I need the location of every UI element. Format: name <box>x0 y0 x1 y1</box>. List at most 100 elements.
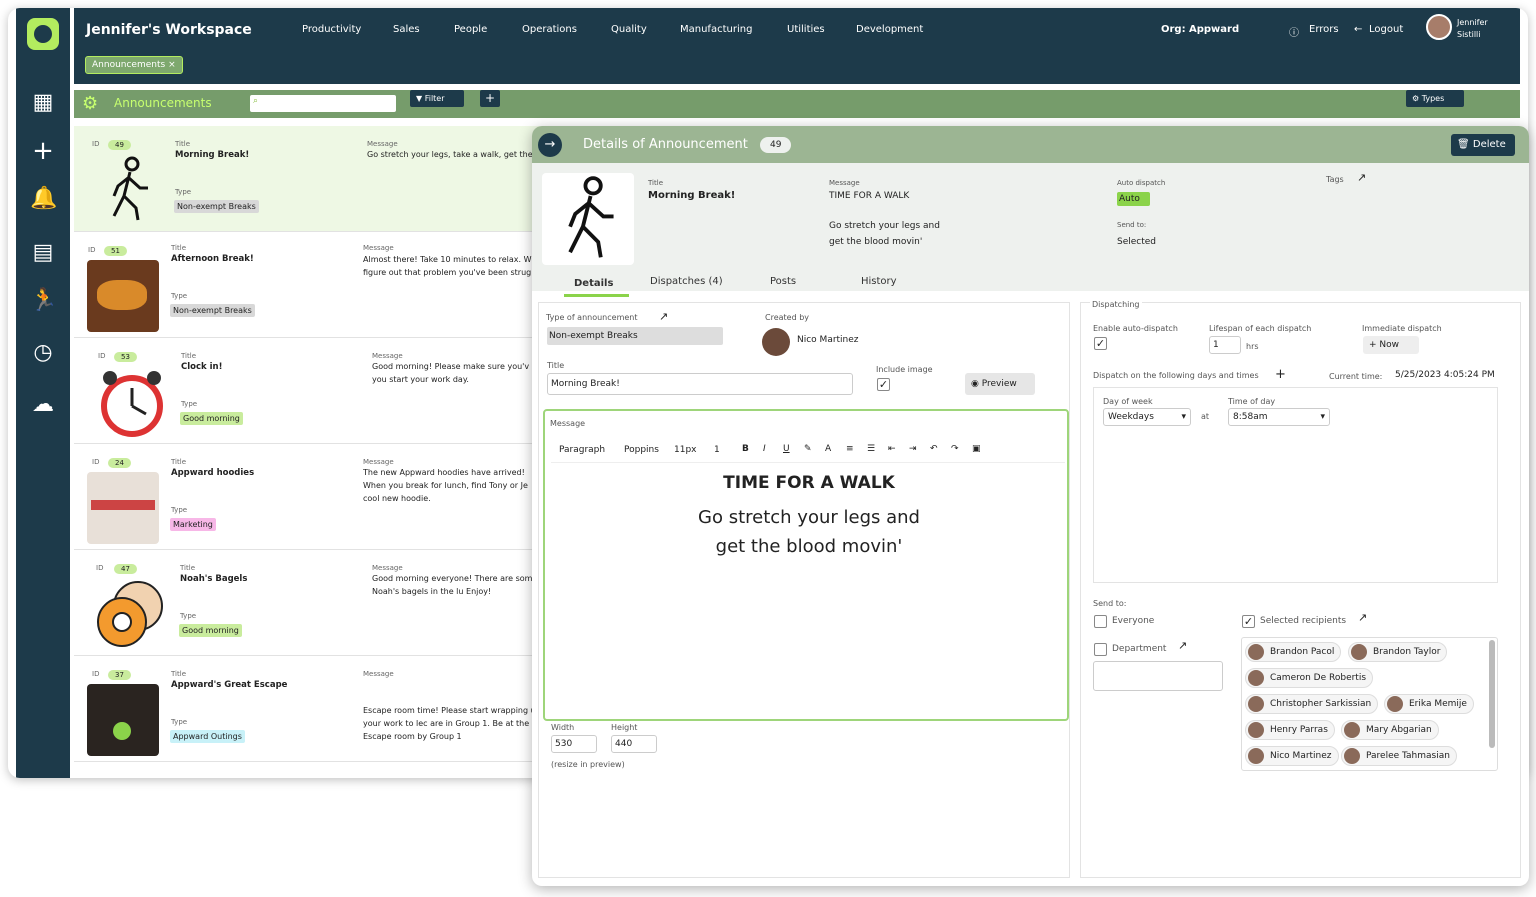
outdent-icon[interactable]: ⇤ <box>888 444 896 454</box>
add-icon[interactable]: + <box>30 138 56 164</box>
include-image-checkbox[interactable]: ✓ <box>877 378 890 391</box>
department-checkbox[interactable] <box>1094 643 1107 656</box>
apps-grid-icon[interactable]: ▦ <box>30 90 56 116</box>
recipient-chip[interactable]: Mary Abgarian <box>1341 720 1439 740</box>
preview-button[interactable]: ◉ Preview <box>965 373 1035 395</box>
time-of-day-select[interactable]: 8:58am ▾ <box>1228 408 1330 426</box>
add-button[interactable]: + <box>480 90 500 107</box>
external-link-icon[interactable]: ↗ <box>1357 171 1366 184</box>
recipient-chip[interactable]: Brandon Taylor <box>1348 642 1448 662</box>
type-badge: Good morning <box>179 624 242 637</box>
list-item[interactable]: ID 47 Title Noah's Bagels Type Good morn… <box>74 550 544 656</box>
menu-productivity[interactable]: Productivity <box>302 24 361 35</box>
filter-label: Filter <box>424 94 445 103</box>
clock-icon[interactable]: ◷ <box>30 340 56 366</box>
title-input[interactable]: Morning Break! <box>547 373 853 395</box>
width-input[interactable]: 530 <box>551 735 597 753</box>
menu-sales[interactable]: Sales <box>393 24 420 35</box>
list-item[interactable]: ID 24 Title Appward hoodies Type Marketi… <box>74 444 544 550</box>
text-color-icon[interactable]: A <box>825 444 831 454</box>
current-time-label: Current time: <box>1329 372 1383 381</box>
list-item[interactable]: ID 37 Title Appward's Great Escape Type … <box>74 656 544 762</box>
type-select[interactable]: Non-exempt Breaks <box>547 327 723 345</box>
lifespan-input[interactable]: 1 <box>1209 336 1241 354</box>
menu-people[interactable]: People <box>454 24 487 35</box>
edit-department-icon[interactable]: ↗ <box>1178 639 1187 652</box>
id-label: ID <box>92 140 100 148</box>
id-badge: 49 <box>108 140 131 150</box>
selected-recipients-checkbox[interactable]: ✓ <box>1242 615 1255 628</box>
edit-type-icon[interactable]: ↗ <box>659 310 668 323</box>
errors-link[interactable]: Errors <box>1309 24 1339 35</box>
italic-icon[interactable]: I <box>763 444 766 454</box>
undo-icon[interactable]: ↶ <box>930 444 938 454</box>
font-size-select[interactable]: 11px <box>674 445 697 455</box>
edit-recipients-icon[interactable]: ↗ <box>1358 611 1367 624</box>
recipient-chip[interactable]: Cameron De Robertis <box>1245 668 1374 688</box>
redo-icon[interactable]: ↷ <box>951 444 959 454</box>
bell-icon[interactable]: 🔔 <box>30 186 57 212</box>
chat-icon[interactable]: ▤ <box>30 240 56 266</box>
list-item[interactable]: ID 49 Title Morning Break! Type Non-exem… <box>74 126 544 232</box>
panel-title: Details of Announcement <box>583 137 748 152</box>
underline-icon[interactable]: U <box>783 444 790 454</box>
types-button[interactable]: ⚙ Types <box>1406 90 1464 107</box>
menu-utilities[interactable]: Utilities <box>787 24 825 35</box>
menu-development[interactable]: Development <box>856 24 923 35</box>
errors-icon[interactable]: ⓘ <box>1289 24 1299 39</box>
scrollbar[interactable] <box>1489 640 1495 748</box>
recipient-chip[interactable]: Henry Parras <box>1245 720 1335 740</box>
avatar[interactable] <box>1426 14 1452 40</box>
recipient-chip[interactable]: Christopher Sarkissian <box>1245 694 1379 714</box>
paragraph-select[interactable]: Paragraph <box>559 445 605 455</box>
org-name[interactable]: Appward <box>1189 24 1239 35</box>
message-label: Message <box>363 670 394 678</box>
tab-dispatches[interactable]: Dispatches (4) <box>650 276 723 287</box>
runner-icon[interactable]: 🏃 <box>30 288 57 314</box>
list-item[interactable]: ID 51 Title Afternoon Break! Type Non-ex… <box>74 232 544 338</box>
at-label: at <box>1201 412 1210 421</box>
filter-button[interactable]: ▼ Filter <box>410 90 464 107</box>
tab-posts[interactable]: Posts <box>770 276 796 287</box>
bold-icon[interactable]: B <box>742 444 749 454</box>
align-icon[interactable]: ≡ <box>846 444 854 454</box>
delete-button[interactable]: 🗑 Delete <box>1451 134 1515 156</box>
summary-message-line2: get the blood movin' <box>829 237 923 247</box>
list-icon[interactable]: ☰ <box>867 444 875 454</box>
cloud-upload-icon[interactable]: ☁ <box>30 392 56 418</box>
avatar <box>1344 748 1360 764</box>
search-icon: ⌕ <box>253 96 259 106</box>
app-logo-icon[interactable] <box>27 18 59 50</box>
tab-history[interactable]: History <box>861 276 897 287</box>
height-input[interactable]: 440 <box>611 735 657 753</box>
day-of-week-select[interactable]: Weekdays ▾ <box>1103 408 1191 426</box>
recipient-chip[interactable]: Nico Martinez <box>1245 746 1339 766</box>
close-icon[interactable]: × <box>168 60 176 70</box>
add-schedule-icon[interactable]: + <box>1275 367 1286 382</box>
tab-announcements[interactable]: Announcements × <box>85 56 183 74</box>
enable-auto-checkbox[interactable]: ✓ <box>1094 337 1107 350</box>
arrow-right-icon[interactable]: → <box>538 133 562 157</box>
font-select[interactable]: Poppins <box>624 445 659 455</box>
editor-content[interactable]: TIME FOR A WALK Go stretch your legs and… <box>553 465 1065 715</box>
tab-details[interactable]: Details <box>574 278 613 289</box>
line-height-select[interactable]: 1 <box>714 445 720 455</box>
department-list[interactable] <box>1093 661 1223 691</box>
now-button[interactable]: + Now <box>1363 336 1419 354</box>
time-of-day-label: Time of day <box>1228 397 1276 406</box>
menu-quality[interactable]: Quality <box>611 24 647 35</box>
save-icon[interactable]: ▣ <box>972 444 981 454</box>
menu-manufacturing[interactable]: Manufacturing <box>680 24 752 35</box>
item-title: Morning Break! <box>175 150 250 160</box>
menu-operations[interactable]: Operations <box>522 24 577 35</box>
recipient-chip[interactable]: Brandon Pacol <box>1245 642 1342 662</box>
indent-icon[interactable]: ⇥ <box>909 444 917 454</box>
recipient-chip[interactable]: Erika Memije <box>1384 694 1474 714</box>
search-input[interactable]: ⌕ <box>250 95 396 112</box>
everyone-checkbox[interactable] <box>1094 615 1107 628</box>
logout-link[interactable]: Logout <box>1369 24 1403 35</box>
list-item[interactable]: ID 53 Title Clock in! Type Good morning … <box>74 338 544 444</box>
highlight-icon[interactable]: ✎ <box>804 444 812 454</box>
logout-arrow-icon[interactable]: ← <box>1354 24 1362 35</box>
recipient-chip[interactable]: Parelee Tahmasian <box>1341 746 1457 766</box>
